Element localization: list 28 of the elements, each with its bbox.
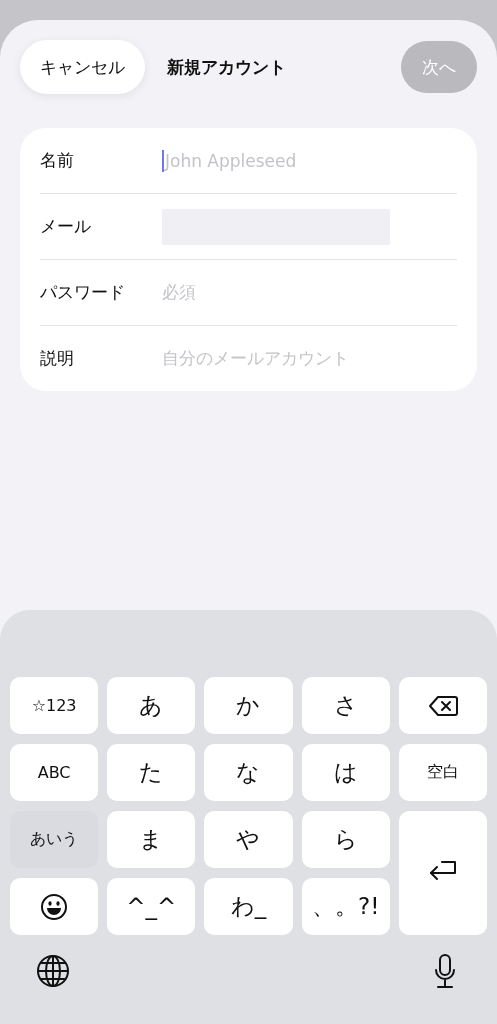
keyboard-key[interactable]: 空白 <box>398 744 487 801</box>
emoji-key[interactable] <box>10 878 99 935</box>
keyboard-key[interactable]: や <box>204 811 293 868</box>
keyboard-key[interactable]: ☆123 <box>10 677 99 734</box>
keyboard-key[interactable]: ^_^ <box>107 878 196 935</box>
keyboard-key[interactable]: あいう <box>10 811 99 868</box>
field-label: 名前 <box>40 149 75 172</box>
delete-icon <box>427 694 458 717</box>
keyboard-key[interactable]: 、。?! <box>301 878 390 935</box>
keyboard-key[interactable]: ABC <box>10 744 99 801</box>
keyboard-key[interactable]: な <box>204 744 293 801</box>
keyboard-key[interactable]: た <box>107 744 196 801</box>
sheet-title: 新規アカウント <box>167 55 286 79</box>
field-label: パスワード <box>40 281 126 304</box>
smiley-icon <box>40 892 69 921</box>
globe-icon[interactable] <box>36 954 70 988</box>
keyboard-key[interactable]: ま <box>107 811 196 868</box>
keyboard-key[interactable]: あ <box>107 677 196 734</box>
keyboard-key[interactable]: さ <box>301 677 390 734</box>
keyboard-key[interactable]: ら <box>301 811 390 868</box>
keyboard-key[interactable]: か <box>204 677 293 734</box>
field-label: 説明 <box>40 347 75 370</box>
microphone-icon[interactable] <box>433 953 457 989</box>
delete-key[interactable] <box>398 677 487 734</box>
field-label: メール <box>40 215 92 238</box>
keyboard-key[interactable]: わ_ <box>204 878 293 935</box>
keyboard-key[interactable]: は <box>301 744 390 801</box>
cancel-button[interactable]: キャンセル <box>20 40 145 94</box>
